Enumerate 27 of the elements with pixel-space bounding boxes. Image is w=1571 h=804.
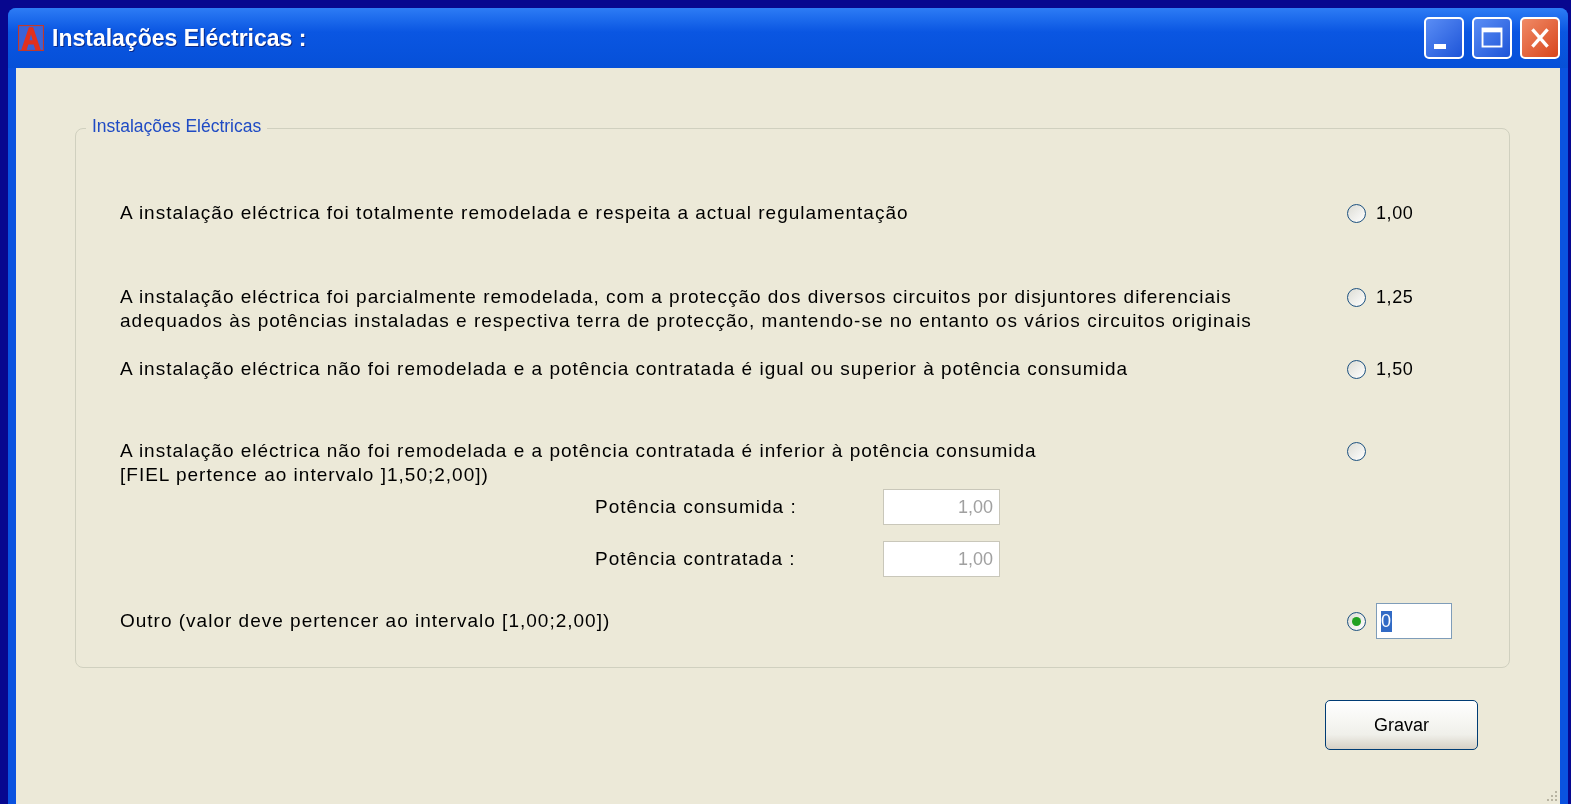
radio-button[interactable]	[1347, 441, 1366, 461]
radio-button[interactable]	[1347, 359, 1366, 379]
maximize-button[interactable]	[1472, 17, 1512, 59]
option-label: adequados às potências instaladas e respectiva terra de protecção, mantendo-se no entanto os vários circuitos originais	[120, 309, 1253, 333]
minimize-button[interactable]	[1424, 17, 1464, 59]
field-label: Potência consumida :	[595, 496, 798, 518]
option-label: A instalação eléctrica foi parcialmente remodelada, com a protecção dos diversos circuitos por disjuntores diferenciais	[120, 285, 1233, 309]
option-label: Outro (valor deve pertencer ao intervalo [1,00;2,00])	[120, 609, 612, 633]
option-label: A instalação eléctrica não foi remodelada e a potência contratada é inferior à potência consumida	[120, 439, 1038, 463]
save-button[interactable]: Gravar	[1325, 700, 1478, 750]
radio-button[interactable]	[1347, 203, 1366, 223]
close-button[interactable]	[1520, 17, 1560, 59]
letter-a-icon	[18, 25, 44, 51]
option-label: [FIEL pertence ao intervalo ]1,50;2,00])	[120, 463, 490, 487]
option-value: 1,50	[1376, 358, 1414, 380]
value-field[interactable]: 0	[1376, 603, 1452, 639]
resize-grip-icon	[1546, 790, 1558, 802]
field-label: Potência contratada :	[595, 548, 797, 570]
radio-button[interactable]	[1347, 611, 1366, 631]
option-label: A instalação eléctrica foi totalmente remodelada e respeita a actual regulamentação	[120, 201, 910, 225]
option-value: 1,25	[1376, 286, 1414, 308]
radio-button[interactable]	[1347, 287, 1366, 307]
group-title: Instalações Eléctricas	[86, 116, 268, 137]
minimize-icon	[1434, 43, 1446, 49]
option-value: 1,00	[1376, 202, 1414, 224]
option-label: A instalação eléctrica não foi remodelada e a potência contratada é igual ou superior à potência consumida	[120, 357, 1130, 381]
window-title: Instalações Eléctricas :	[52, 24, 307, 52]
